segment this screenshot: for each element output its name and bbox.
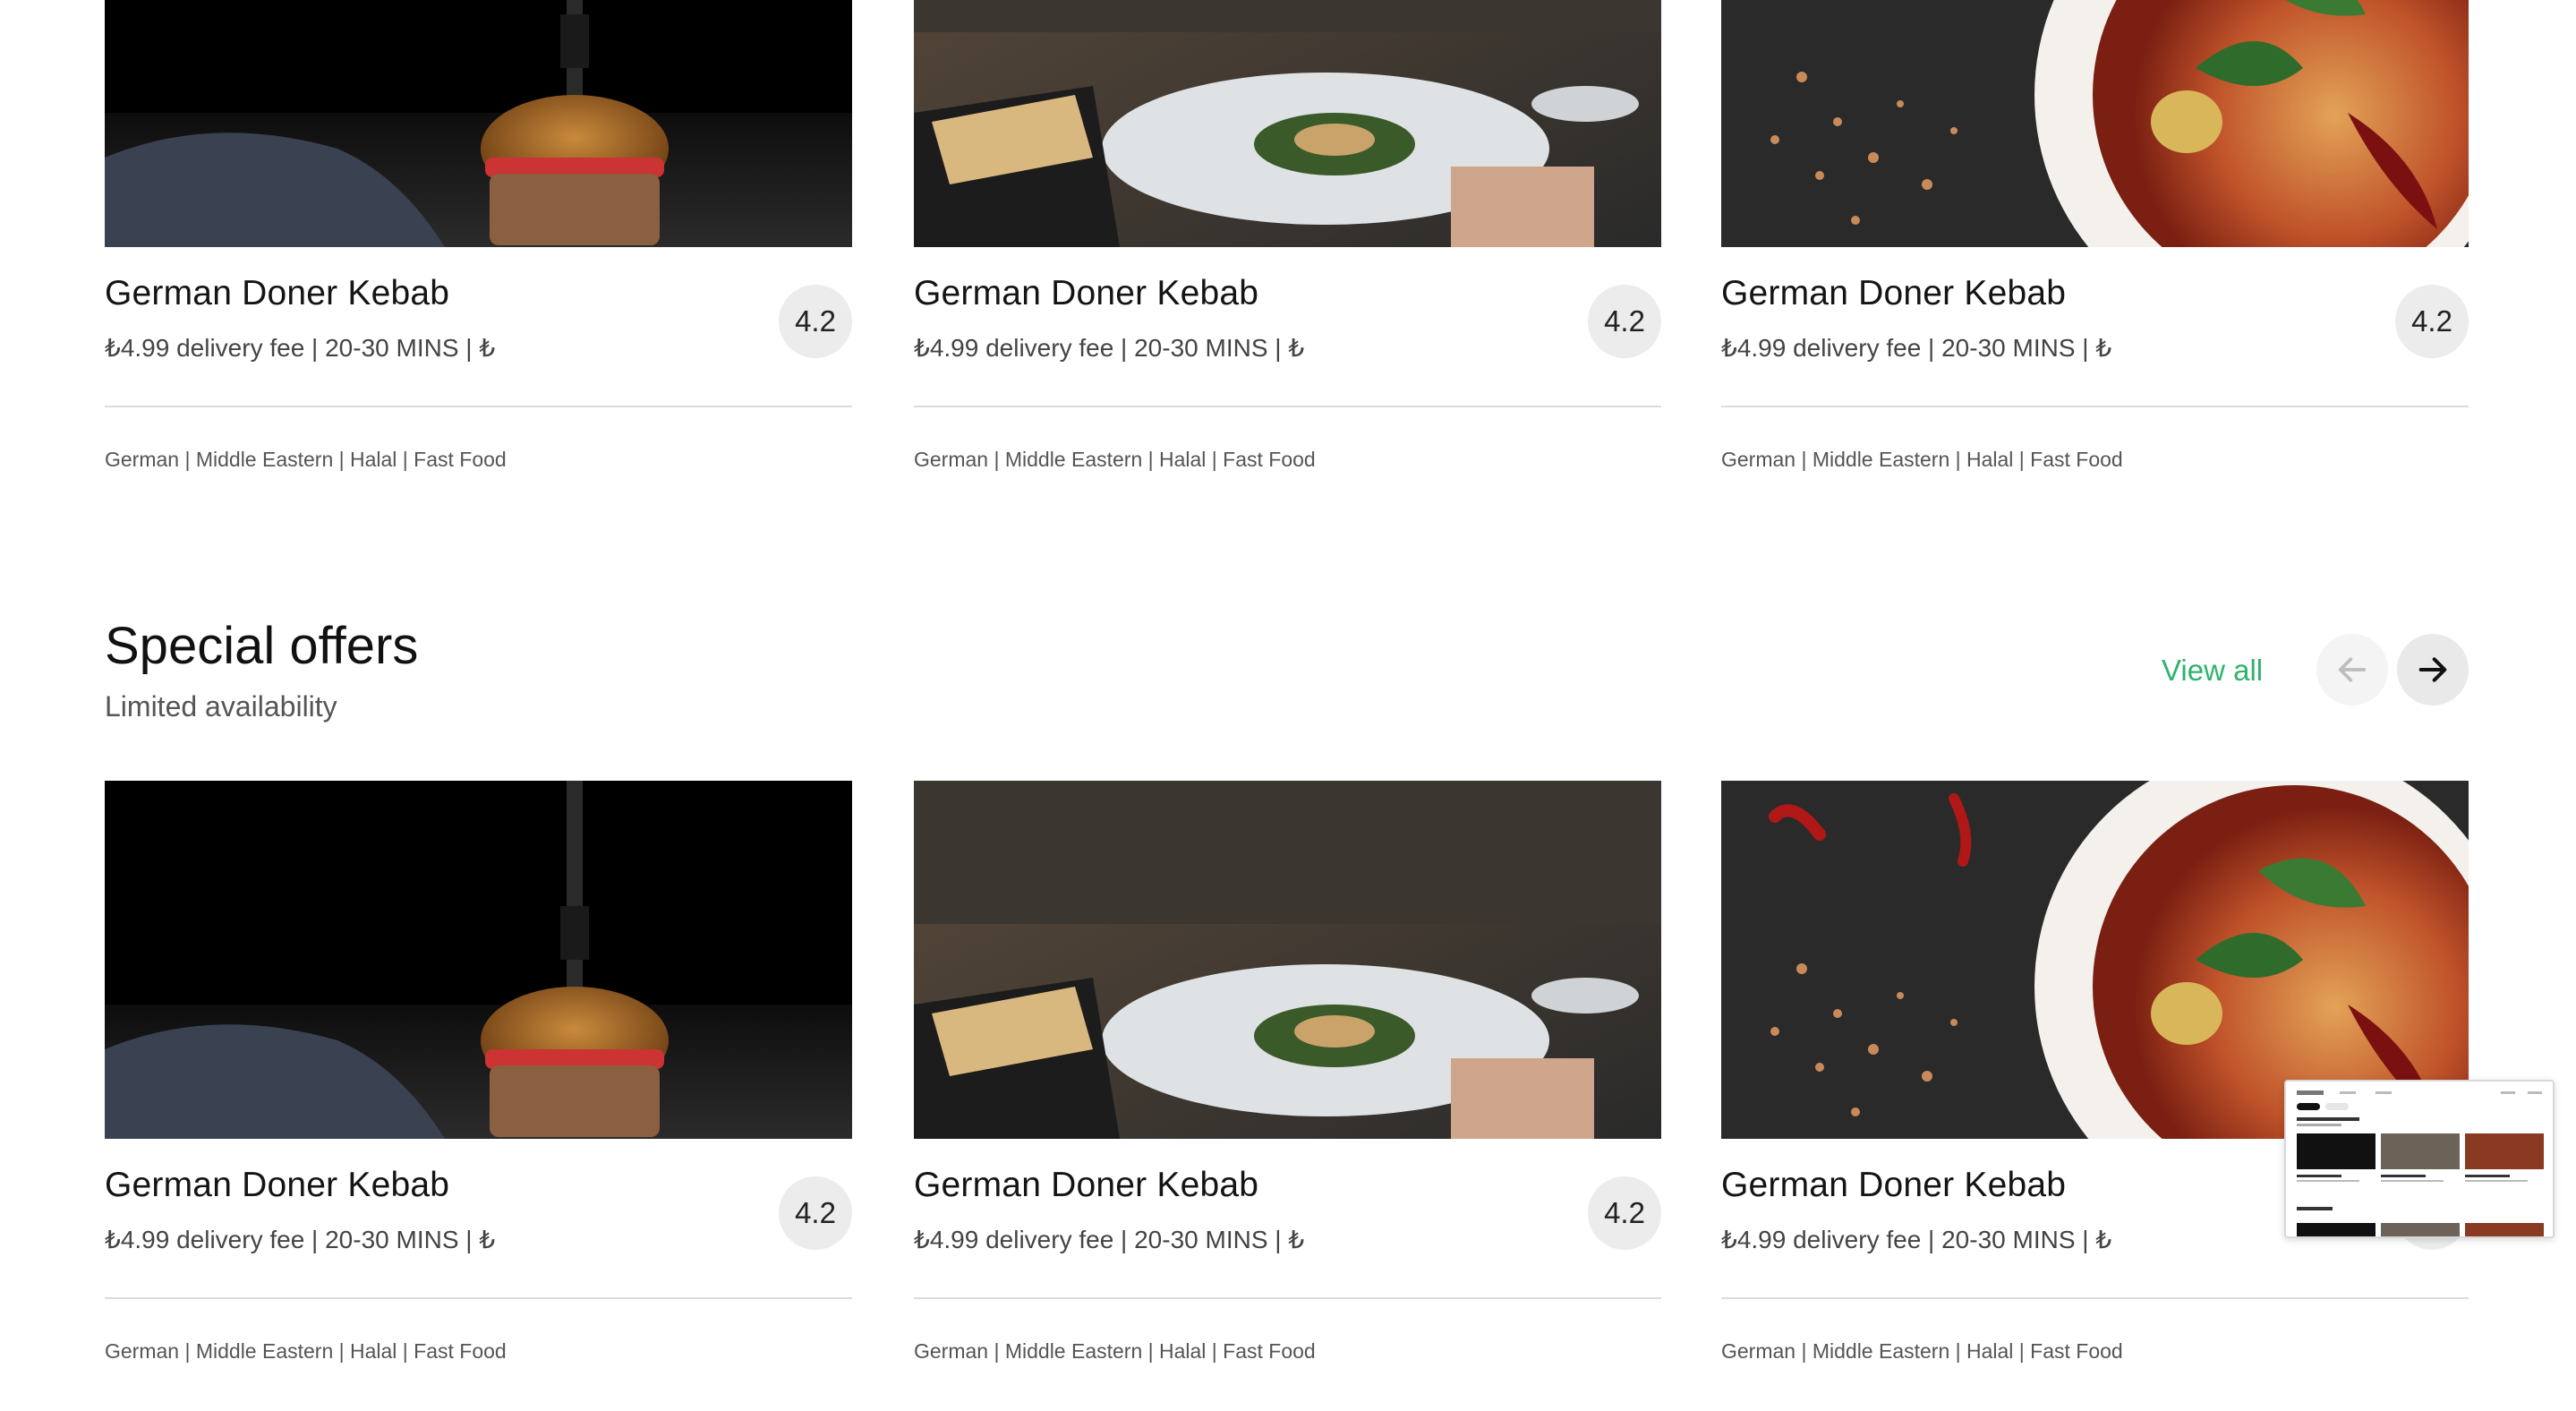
curry-bowl-photo[interactable] xyxy=(1721,0,2469,247)
delivery-info: ₺4.99 delivery fee | 20-30 MINS | ₺ xyxy=(1721,334,2112,362)
delivery-info: ₺4.99 delivery fee | 20-30 MINS | ₺ xyxy=(1721,1226,2112,1253)
delivery-info: ₺4.99 delivery fee | 20-30 MINS | ₺ xyxy=(105,1226,496,1253)
cuisine-tags: German | Middle Eastern | Halal | Fast F… xyxy=(105,448,507,471)
rating-badge: 4.2 xyxy=(1588,285,1661,358)
restaurant-card[interactable]: German Doner Kebab ₺4.99 delivery fee | … xyxy=(914,0,1661,471)
restaurant-card[interactable]: German Doner Kebab ₺4.99 delivery fee | … xyxy=(914,781,1661,1363)
delivery-info: ₺4.99 delivery fee | 20-30 MINS | ₺ xyxy=(914,334,1305,362)
page-preview-image xyxy=(2286,1082,2553,1236)
section-title: Special offers xyxy=(105,617,419,675)
carousel-prev-button[interactable] xyxy=(2316,634,2388,706)
section-subtitle: Limited availability xyxy=(105,690,337,723)
restaurant-card[interactable]: German Doner Kebab ₺4.99 delivery fee | … xyxy=(1721,0,2469,471)
rating-badge: 4.2 xyxy=(2395,285,2469,358)
arrow-left-icon xyxy=(2338,657,2367,682)
cuisine-tags: German | Middle Eastern | Halal | Fast F… xyxy=(1721,1339,2123,1363)
rating-badge: 4.2 xyxy=(779,285,852,358)
view-all-link[interactable]: View all xyxy=(2162,654,2263,688)
delivery-info: ₺4.99 delivery fee | 20-30 MINS | ₺ xyxy=(914,1226,1305,1253)
divider xyxy=(1721,406,2469,407)
delivery-info: ₺4.99 delivery fee | 20-30 MINS | ₺ xyxy=(105,334,496,362)
rating-badge: 4.2 xyxy=(1588,1176,1661,1250)
restaurant-card[interactable]: German Doner Kebab ₺4.99 delivery fee | … xyxy=(105,0,852,471)
restaurant-plate-photo[interactable] xyxy=(914,781,1661,1139)
cuisine-tags: German | Middle Eastern | Halal | Fast F… xyxy=(914,448,1316,471)
screenshot-preview-thumbnail[interactable] xyxy=(2284,1080,2555,1238)
carousel-next-button[interactable] xyxy=(2397,634,2469,706)
restaurant-row-top: German Doner Kebab ₺4.99 delivery fee | … xyxy=(105,0,2469,471)
restaurant-name[interactable]: German Doner Kebab xyxy=(105,274,449,313)
divider xyxy=(105,406,852,407)
restaurant-name[interactable]: German Doner Kebab xyxy=(105,1166,449,1205)
cuisine-tags: German | Middle Eastern | Halal | Fast F… xyxy=(1721,448,2123,471)
divider xyxy=(1721,1297,2469,1299)
restaurant-name[interactable]: German Doner Kebab xyxy=(914,274,1258,313)
restaurant-name[interactable]: German Doner Kebab xyxy=(1721,1166,2066,1205)
cuisine-tags: German | Middle Eastern | Halal | Fast F… xyxy=(105,1339,507,1363)
restaurant-card[interactable]: German Doner Kebab ₺4.99 delivery fee | … xyxy=(105,781,852,1363)
divider xyxy=(105,1297,852,1299)
arrow-right-icon xyxy=(2418,657,2447,682)
cuisine-tags: German | Middle Eastern | Halal | Fast F… xyxy=(914,1339,1316,1363)
divider xyxy=(914,406,1661,407)
rating-badge: 4.2 xyxy=(779,1176,852,1250)
restaurant-name[interactable]: German Doner Kebab xyxy=(1721,274,2066,313)
restaurant-plate-photo[interactable] xyxy=(914,0,1661,247)
burger-photo[interactable] xyxy=(105,781,852,1139)
divider xyxy=(914,1297,1661,1299)
burger-photo[interactable] xyxy=(105,0,852,247)
restaurant-name[interactable]: German Doner Kebab xyxy=(914,1166,1258,1205)
special-offers-row: German Doner Kebab ₺4.99 delivery fee | … xyxy=(105,781,2469,1363)
